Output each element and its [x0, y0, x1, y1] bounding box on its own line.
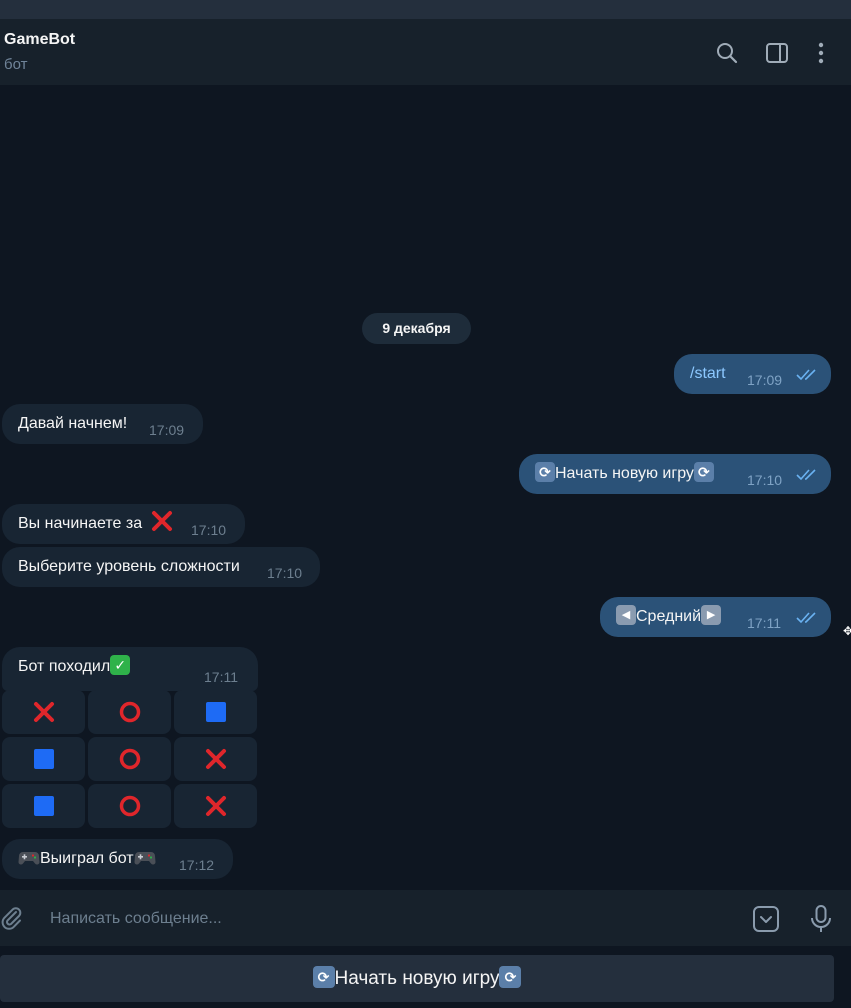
mouse-cursor-icon: ✥: [843, 624, 851, 638]
date-separator: 9 декабря: [362, 313, 471, 344]
search-icon[interactable]: [715, 41, 739, 65]
gamepad-icon: [18, 847, 40, 867]
circle-icon: [119, 701, 141, 723]
message-content: Выиграл бот: [18, 839, 156, 879]
chat-header: GameBot бот: [0, 19, 851, 85]
refresh-icon: ⟳: [693, 461, 714, 482]
bot-keyboard: ⟳ Начать новую игру ⟳: [0, 946, 851, 1008]
message-text: Выберите уровень сложности: [18, 558, 240, 575]
refresh-icon: ⟳: [535, 461, 555, 482]
message-time: 17:10: [267, 565, 303, 581]
check-mark-icon: ✓: [110, 654, 131, 675]
new-game-button[interactable]: ⟳ Начать новую игру ⟳: [0, 955, 834, 1002]
message-text: Давай начнем!: [18, 415, 128, 432]
arrow-left-icon: ◀: [616, 604, 636, 625]
message-incoming[interactable]: Вы начинаете за 17:10: [2, 504, 245, 544]
board-cell[interactable]: [174, 690, 257, 734]
cross-icon: [206, 749, 226, 769]
sidebar-toggle-icon[interactable]: [765, 41, 789, 65]
blue-square-icon: [34, 749, 54, 769]
message-outgoing[interactable]: ◀ Средний ▶ 17:11: [600, 597, 831, 637]
message-incoming[interactable]: Давай начнем! 17:09: [2, 404, 203, 444]
board-cell[interactable]: [88, 690, 171, 734]
message-outgoing[interactable]: ⟳ Начать новую игру ⟳ 17:10: [519, 454, 831, 494]
message-outgoing[interactable]: /start 17:09: [674, 354, 831, 394]
composer: [0, 890, 851, 946]
message-incoming[interactable]: Выиграл бот 17:12: [2, 839, 233, 879]
message-incoming[interactable]: Бот походил ✓ 17:11: [2, 647, 258, 691]
board-cell[interactable]: [88, 737, 171, 781]
bot-keyboard-icon[interactable]: [752, 905, 780, 933]
attach-icon[interactable]: [0, 906, 24, 930]
board-cell[interactable]: [2, 737, 85, 781]
message-text: Бот походил: [18, 658, 111, 675]
double-check-icon: [796, 469, 816, 481]
board-cell[interactable]: [174, 737, 257, 781]
board-cell[interactable]: [88, 784, 171, 828]
window-top-strip: [0, 0, 851, 19]
blue-square-icon: [206, 702, 226, 722]
blue-square-icon: [34, 796, 54, 816]
message-time: 17:11: [747, 615, 781, 631]
message-text: Начать новую игру: [555, 465, 694, 482]
message-time: 17:09: [149, 422, 185, 438]
chat-subtitle: бот: [4, 56, 28, 73]
message-time: 17:10: [191, 522, 227, 538]
double-check-icon: [796, 369, 816, 381]
circle-icon: [119, 748, 141, 770]
gamepad-icon: [134, 847, 156, 867]
new-game-button-label: Начать новую игру: [334, 968, 500, 989]
message-content: Вы начинаете за: [18, 504, 173, 544]
refresh-icon: ⟳: [312, 965, 335, 988]
message-text: Средний: [636, 608, 702, 625]
board-cell[interactable]: [174, 784, 257, 828]
arrow-right-icon: ▶: [701, 604, 722, 625]
message-text[interactable]: /start: [690, 354, 726, 394]
circle-icon: [119, 795, 141, 817]
message-time: 17:12: [179, 857, 215, 873]
message-text: Выиграл бот: [40, 850, 134, 867]
more-menu-icon[interactable]: [809, 41, 833, 65]
microphone-icon[interactable]: [808, 904, 834, 934]
message-input[interactable]: [48, 906, 732, 932]
refresh-icon: ⟳: [499, 965, 522, 988]
message-content: ⟳ Начать новую игру ⟳: [535, 454, 714, 494]
message-list: 9 декабря /start 17:09 Давай начнем! 17:…: [0, 85, 851, 890]
message-incoming[interactable]: Выберите уровень сложности 17:10: [2, 547, 320, 587]
cross-icon: [151, 510, 172, 531]
board-cell[interactable]: [2, 784, 85, 828]
message-time: 17:10: [747, 472, 783, 488]
cross-icon: [206, 796, 226, 816]
message-time: 17:09: [747, 372, 783, 388]
cross-icon: [34, 702, 54, 722]
chat-title[interactable]: GameBot: [4, 31, 75, 49]
message-text: Вы начинаете за: [18, 515, 143, 532]
double-check-icon: [796, 612, 816, 624]
message-content: Бот походил ✓: [18, 647, 131, 687]
message-content: ◀ Средний ▶: [616, 597, 722, 637]
board-cell[interactable]: [2, 690, 85, 734]
